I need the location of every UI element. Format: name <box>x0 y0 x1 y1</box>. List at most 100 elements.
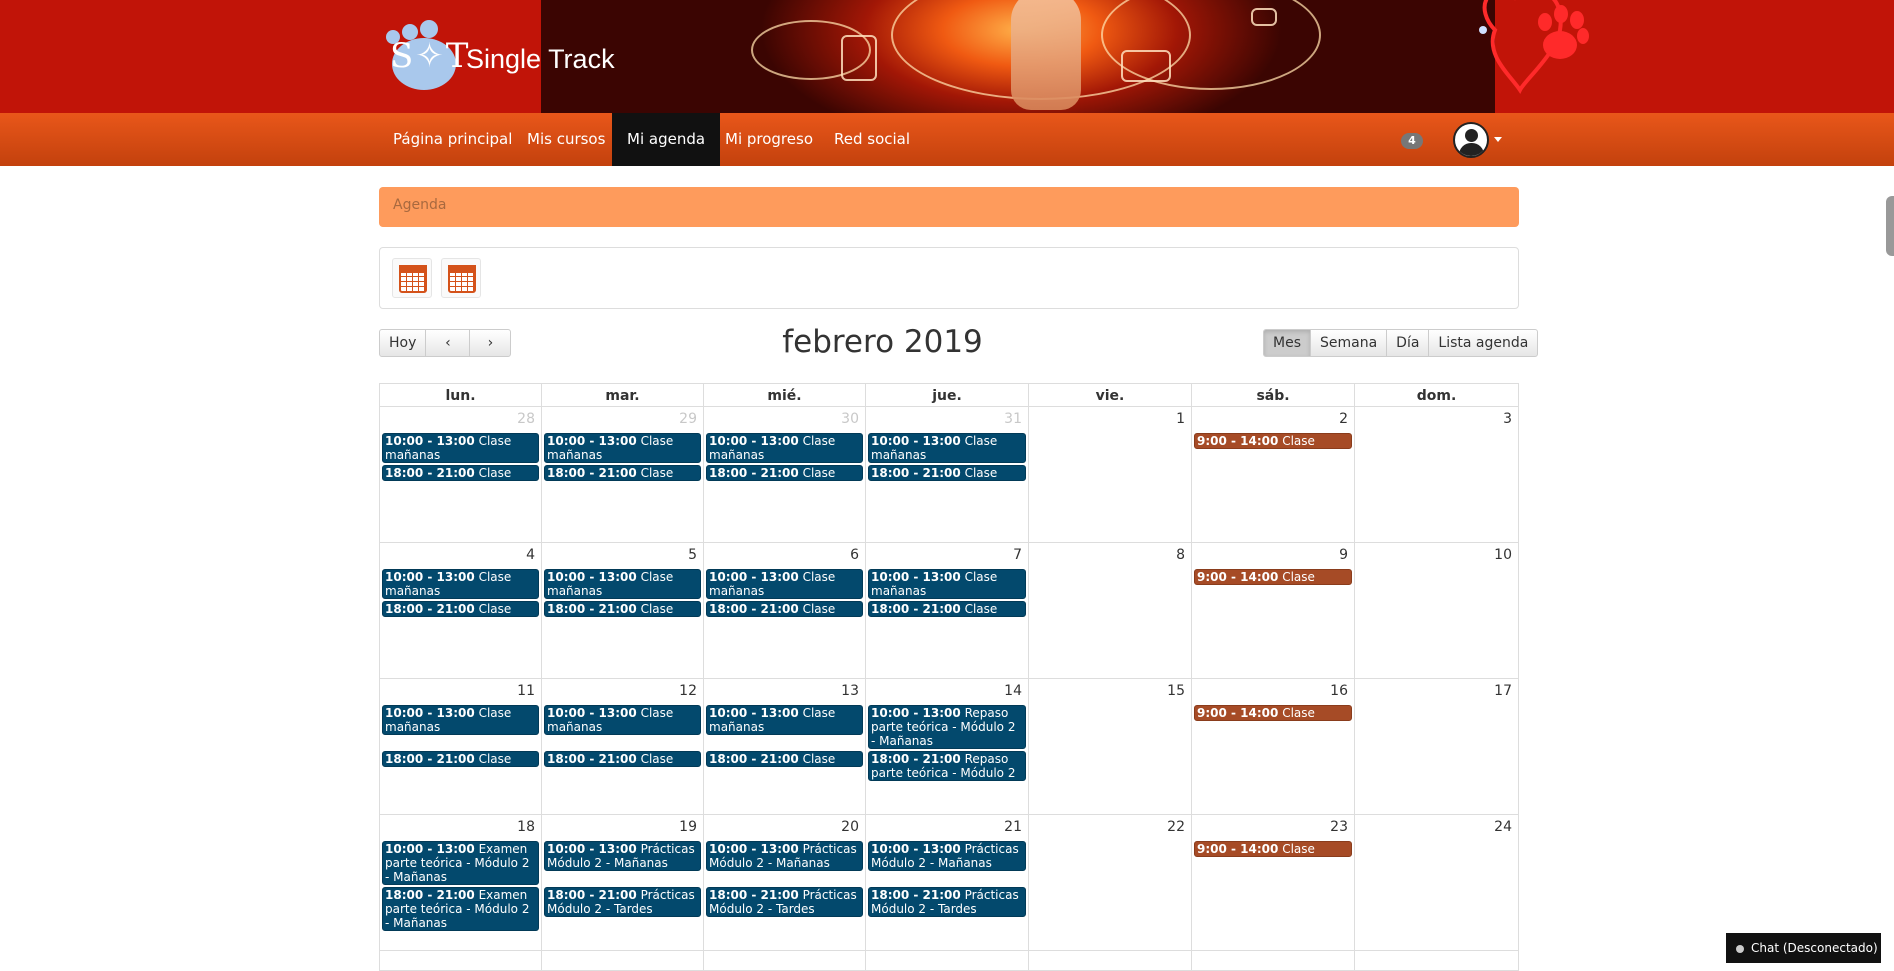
day-cell[interactable]: 4 10:00 - 13:00 Clase mañanas 18:00 - 21:0… <box>379 543 542 679</box>
calendar-event[interactable]: 18:00 - 21:00 Clase tardes <box>544 601 701 617</box>
day-number[interactable]: 21 <box>1004 819 1022 835</box>
view-month-button[interactable]: Mes <box>1264 330 1311 356</box>
calendar-event[interactable]: 10:00 - 13:00 Clase mañanas <box>868 569 1026 599</box>
nav-home[interactable]: Página principal <box>378 113 527 166</box>
calendar-event[interactable]: 10:00 - 13:00 Clase mañanas <box>544 569 701 599</box>
day-number[interactable]: 22 <box>1167 819 1185 835</box>
chevron-down-icon[interactable] <box>1494 137 1502 142</box>
day-number[interactable]: 24 <box>1494 819 1512 835</box>
nav-social-network[interactable]: Red social <box>819 113 925 166</box>
day-number[interactable]: 18 <box>517 819 535 835</box>
calendar-event[interactable]: 10:00 - 13:00 Clase mañanas <box>382 569 539 599</box>
day-number[interactable]: 14 <box>1004 683 1022 699</box>
calendar-event[interactable]: 10:00 - 13:00 Prácticas Módulo 2 - Mañan… <box>706 841 863 871</box>
day-cell[interactable]: 22 <box>1029 815 1192 951</box>
calendar-event[interactable]: 10:00 - 13:00 Clase mañanas <box>706 569 863 599</box>
day-cell[interactable]: 10 <box>1355 543 1519 679</box>
day-cell[interactable]: 1 <box>1029 407 1192 543</box>
calendar-event[interactable]: 18:00 - 21:00 Clase tardes <box>544 465 701 481</box>
day-number[interactable]: 12 <box>679 683 697 699</box>
day-cell[interactable]: 16 9:00 - 14:00 Clase Sábados <box>1192 679 1355 815</box>
day-cell[interactable]: 24 <box>1355 815 1519 951</box>
day-number[interactable]: 16 <box>1330 683 1348 699</box>
day-cell[interactable] <box>704 951 866 971</box>
day-number[interactable]: 28 <box>517 411 535 427</box>
prev-month-button[interactable]: ‹ <box>426 330 471 356</box>
day-cell[interactable]: 2 9:00 - 14:00 Clase Sábados <box>1192 407 1355 543</box>
day-cell[interactable] <box>1192 951 1355 971</box>
notifications-badge[interactable]: 4 <box>1401 133 1423 149</box>
view-list-button[interactable]: Lista agenda <box>1429 330 1537 356</box>
calendar-event[interactable]: 9:00 - 14:00 Clase Sábados <box>1194 841 1352 857</box>
nav-my-courses[interactable]: Mis cursos <box>512 113 620 166</box>
day-number[interactable]: 15 <box>1167 683 1185 699</box>
view-week-button[interactable]: Semana <box>1311 330 1388 356</box>
calendar-event[interactable]: 10:00 - 13:00 Clase mañanas <box>706 705 863 735</box>
day-number[interactable]: 13 <box>841 683 859 699</box>
day-number[interactable]: 19 <box>679 819 697 835</box>
day-cell[interactable]: 5 10:00 - 13:00 Clase mañanas 18:00 - 21:0… <box>542 543 704 679</box>
calendar-event[interactable]: 18:00 - 21:00 Clase tardes <box>706 465 863 481</box>
calendar-event[interactable]: 18:00 - 21:00 Clase Tardes <box>382 465 539 481</box>
day-number[interactable]: 3 <box>1503 411 1512 427</box>
calendar-event[interactable]: 10:00 - 13:00 Clase mañanas <box>382 705 539 735</box>
day-cell[interactable]: 21 10:00 - 13:00 Prácticas Módulo 2 - Mañ… <box>866 815 1029 951</box>
day-cell[interactable] <box>542 951 704 971</box>
today-button[interactable]: Hoy <box>380 330 427 356</box>
day-cell[interactable] <box>1029 951 1192 971</box>
day-number[interactable]: 17 <box>1494 683 1512 699</box>
calendar-event[interactable]: 10:00 - 13:00 Repaso parte teórica - Mód… <box>868 705 1026 749</box>
calendar-event[interactable]: 10:00 - 13:00 Prácticas Módulo 2 - Mañan… <box>868 841 1026 871</box>
calendar-event[interactable]: 10:00 - 13:00 Clase mañanas <box>544 705 701 735</box>
day-cell[interactable]: 9 9:00 - 14:00 Clase Sábados <box>1192 543 1355 679</box>
day-number[interactable]: 11 <box>517 683 535 699</box>
calendar-event[interactable]: 10:00 - 13:00 Clase mañanas <box>706 433 863 463</box>
nav-my-agenda[interactable]: Mi agenda <box>612 113 721 166</box>
calendar-event[interactable]: 18:00 - 21:00 Repaso parte teórica - Mód… <box>868 751 1026 781</box>
user-avatar[interactable] <box>1453 122 1489 158</box>
day-cell[interactable]: 28 10:00 - 13:00 Clase mañanas 18:00 - 21:… <box>379 407 542 543</box>
day-number[interactable]: 5 <box>688 547 697 563</box>
day-cell[interactable] <box>1355 951 1519 971</box>
day-cell[interactable]: 11 10:00 - 13:00 Clase mañanas 18:00 - 21:… <box>379 679 542 815</box>
day-number[interactable]: 23 <box>1330 819 1348 835</box>
calendar-event[interactable]: 18:00 - 21:00 Clase tardes <box>706 751 863 767</box>
day-cell[interactable]: 6 10:00 - 13:00 Clase mañanas 18:00 - 21:0… <box>704 543 866 679</box>
day-number[interactable]: 31 <box>1004 411 1022 427</box>
day-cell[interactable]: 23 9:00 - 14:00 Clase Sábados <box>1192 815 1355 951</box>
day-number[interactable]: 10 <box>1494 547 1512 563</box>
day-cell[interactable]: 15 <box>1029 679 1192 815</box>
calendar-event[interactable]: 18:00 - 21:00 Examen parte teórica - Mód… <box>382 887 539 931</box>
day-number[interactable]: 2 <box>1339 411 1348 427</box>
calendar-view-button[interactable] <box>441 258 481 298</box>
calendar-event[interactable]: 10:00 - 13:00 Clase mañanas <box>544 433 701 463</box>
calendar-event[interactable]: 18:00 - 21:00 Clase Tardes <box>382 751 539 767</box>
site-logo[interactable]: S✧T Single Track <box>384 20 644 92</box>
day-cell[interactable]: 20 10:00 - 13:00 Prácticas Módulo 2 - Mañ… <box>704 815 866 951</box>
day-cell[interactable]: 12 10:00 - 13:00 Clase mañanas 18:00 - 21:… <box>542 679 704 815</box>
calendar-event[interactable]: 18:00 - 21:00 Prácticas Módulo 2 - Tarde… <box>544 887 701 917</box>
day-number[interactable]: 6 <box>850 547 859 563</box>
calendar-event[interactable]: 9:00 - 14:00 Clase Sábados <box>1194 433 1352 449</box>
next-month-button[interactable]: › <box>470 330 510 356</box>
calendar-add-button[interactable] <box>392 258 432 298</box>
day-number[interactable]: 9 <box>1339 547 1348 563</box>
calendar-event[interactable]: 18:00 - 21:00 Clase tardes <box>706 601 863 617</box>
calendar-event[interactable]: 18:00 - 21:00 Clase tardes <box>868 601 1026 617</box>
calendar-event[interactable]: 9:00 - 14:00 Clase Sábados <box>1194 569 1352 585</box>
day-number[interactable]: 4 <box>526 547 535 563</box>
chat-button[interactable]: Chat (Desconectado) <box>1726 933 1881 963</box>
day-number[interactable]: 30 <box>841 411 859 427</box>
day-cell[interactable]: 31 10:00 - 13:00 Clase mañanas 18:00 - 21:… <box>866 407 1029 543</box>
day-cell[interactable]: 29 10:00 - 13:00 Clase mañanas 18:00 - 21:… <box>542 407 704 543</box>
nav-my-progress[interactable]: Mi progreso <box>710 113 828 166</box>
calendar-event[interactable]: 18:00 - 21:00 Prácticas Módulo 2 - Tarde… <box>706 887 863 917</box>
calendar-event[interactable]: 10:00 - 13:00 Clase mañanas <box>868 433 1026 463</box>
day-number[interactable]: 20 <box>841 819 859 835</box>
calendar-event[interactable]: 18:00 - 21:00 Prácticas Módulo 2 - Tarde… <box>868 887 1026 917</box>
day-number[interactable]: 1 <box>1176 411 1185 427</box>
day-number[interactable]: 7 <box>1013 547 1022 563</box>
day-cell[interactable]: 14 10:00 - 13:00 Repaso parte teórica - M… <box>866 679 1029 815</box>
calendar-event[interactable]: 18:00 - 21:00 Clase tardes <box>544 751 701 767</box>
calendar-event[interactable]: 9:00 - 14:00 Clase Sábados <box>1194 705 1352 721</box>
